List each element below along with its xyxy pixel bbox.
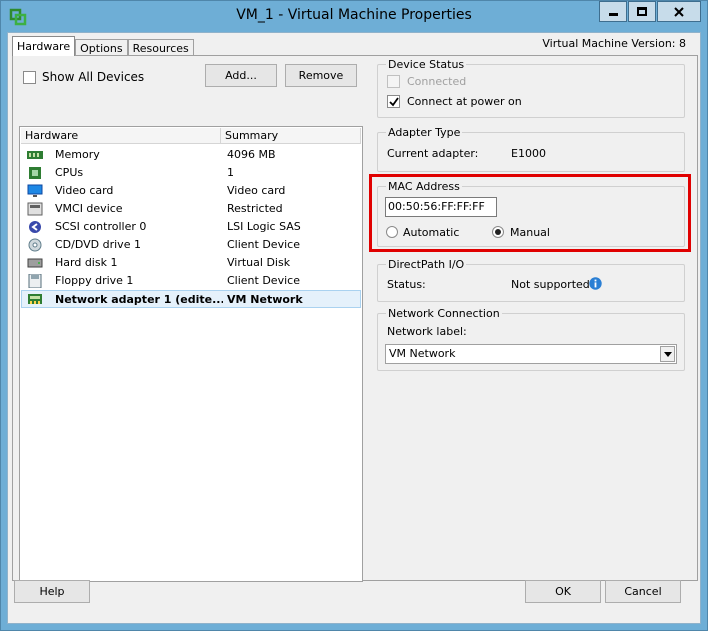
hardware-summary: 1 xyxy=(227,166,234,179)
remove-button[interactable]: Remove xyxy=(285,64,357,87)
tab-options[interactable]: Options xyxy=(75,39,128,56)
tab-hardware[interactable]: Hardware xyxy=(12,36,76,56)
network-connection-group: Network Connection Network label: VM Net… xyxy=(377,307,685,371)
hard-disk-icon xyxy=(27,258,43,268)
adapter-type-legend: Adapter Type xyxy=(386,126,463,139)
hardware-row-memory[interactable]: Memory 4096 MB xyxy=(21,146,361,164)
hardware-tab-pane: Show All Devices Add... Remove Hardware … xyxy=(12,55,698,582)
hardware-row-cd-dvd[interactable]: CD/DVD drive 1 Client Device xyxy=(21,236,361,254)
hardware-row-video-card[interactable]: Video card Video card xyxy=(21,182,361,200)
add-button[interactable]: Add... xyxy=(205,64,277,87)
dropdown-arrow[interactable] xyxy=(660,346,675,362)
hardware-summary: Virtual Disk xyxy=(227,256,291,269)
network-label-selected: VM Network xyxy=(389,347,456,360)
hardware-summary: 4096 MB xyxy=(227,148,276,161)
maximize-button[interactable] xyxy=(628,1,656,22)
network-label-caption: Network label: xyxy=(387,325,467,338)
connected-option[interactable]: Connected xyxy=(387,75,466,88)
hardware-list: Hardware Summary Memory 4096 MB CPUs 1 V… xyxy=(19,126,363,582)
hardware-name: VMCI device xyxy=(55,202,123,215)
hardware-list-header: Hardware Summary xyxy=(21,128,361,144)
cd-dvd-icon xyxy=(28,238,42,252)
connect-at-power-on-label: Connect at power on xyxy=(407,95,522,108)
directpath-group: DirectPath I/O Status: Not supported xyxy=(377,258,685,302)
connected-label: Connected xyxy=(407,75,467,88)
hardware-row-cpus[interactable]: CPUs 1 xyxy=(21,164,361,182)
hardware-summary: VM Network xyxy=(227,293,303,306)
hardware-name: SCSI controller 0 xyxy=(55,220,147,233)
hardware-name: CD/DVD drive 1 xyxy=(55,238,141,251)
hardware-summary: Video card xyxy=(227,184,286,197)
device-status-legend: Device Status xyxy=(386,58,467,71)
hardware-name: CPUs xyxy=(55,166,84,179)
column-header-hardware[interactable]: Hardware xyxy=(21,128,221,144)
directpath-status-value: Not supported xyxy=(511,278,590,291)
minimize-icon xyxy=(608,13,618,16)
connect-at-power-on-checkbox[interactable] xyxy=(387,95,400,108)
network-connection-legend: Network Connection xyxy=(386,307,502,320)
adapter-type-group: Adapter Type Current adapter: E1000 xyxy=(377,126,685,172)
hardware-row-vmci-device[interactable]: VMCI device Restricted xyxy=(21,200,361,218)
hardware-row-floppy[interactable]: Floppy drive 1 Client Device xyxy=(21,272,361,290)
vm-version-label: Virtual Machine Version: 8 xyxy=(542,37,686,50)
help-button[interactable]: Help xyxy=(14,580,90,603)
scsi-controller-icon xyxy=(29,221,41,233)
dialog-client-area: Hardware Options Resources Virtual Machi… xyxy=(7,32,701,624)
info-icon[interactable] xyxy=(589,277,602,290)
tab-strip: Hardware Options Resources xyxy=(12,36,194,56)
connect-at-power-on-option[interactable]: Connect at power on xyxy=(387,95,522,108)
ok-button[interactable]: OK xyxy=(525,580,601,603)
checkmark-icon xyxy=(388,96,399,106)
minimize-button[interactable] xyxy=(599,1,627,22)
directpath-legend: DirectPath I/O xyxy=(386,258,467,271)
column-header-summary[interactable]: Summary xyxy=(221,128,361,144)
memory-icon xyxy=(27,151,43,159)
hardware-name: Floppy drive 1 xyxy=(55,274,134,287)
hardware-row-network-adapter[interactable]: Network adapter 1 (edite... VM Network xyxy=(21,290,361,308)
maximize-icon xyxy=(637,7,647,16)
show-all-devices-label: Show All Devices xyxy=(42,70,145,84)
tab-resources[interactable]: Resources xyxy=(127,39,194,56)
title-bar[interactable]: VM_1 - Virtual Machine Properties xyxy=(1,1,707,32)
vm-properties-window: VM_1 - Virtual Machine Properties Hardwa… xyxy=(0,0,708,631)
hardware-summary: Client Device xyxy=(227,274,300,287)
vmci-device-icon xyxy=(27,202,43,216)
cpu-icon xyxy=(29,167,41,179)
close-button[interactable] xyxy=(657,1,701,22)
hardware-summary: Restricted xyxy=(227,202,283,215)
show-all-devices-checkbox[interactable] xyxy=(23,70,36,84)
cancel-button[interactable]: Cancel xyxy=(605,580,681,603)
hardware-row-hard-disk[interactable]: Hard disk 1 Virtual Disk xyxy=(21,254,361,272)
show-all-devices[interactable]: Show All Devices xyxy=(23,70,144,84)
hardware-name: Memory xyxy=(55,148,100,161)
network-label-select[interactable]: VM Network xyxy=(385,344,677,364)
mac-address-highlight xyxy=(369,174,691,252)
hardware-name: Network adapter 1 (edite... xyxy=(55,293,223,306)
current-adapter-label: Current adapter: xyxy=(387,147,479,160)
floppy-icon xyxy=(28,274,42,288)
hardware-summary: LSI Logic SAS xyxy=(227,220,301,233)
video-card-icon xyxy=(27,184,43,197)
chevron-down-icon xyxy=(663,351,672,357)
hardware-name: Video card xyxy=(55,184,114,197)
hardware-summary: Client Device xyxy=(227,238,300,251)
directpath-status-label: Status: xyxy=(387,278,426,291)
hardware-name: Hard disk 1 xyxy=(55,256,118,269)
network-adapter-icon xyxy=(28,294,42,304)
connected-checkbox[interactable] xyxy=(387,75,400,88)
current-adapter-value: E1000 xyxy=(511,147,546,160)
close-icon xyxy=(674,6,684,17)
hardware-row-scsi-controller[interactable]: SCSI controller 0 LSI Logic SAS xyxy=(21,218,361,236)
device-status-group: Device Status Connected Connect at power… xyxy=(377,58,685,118)
